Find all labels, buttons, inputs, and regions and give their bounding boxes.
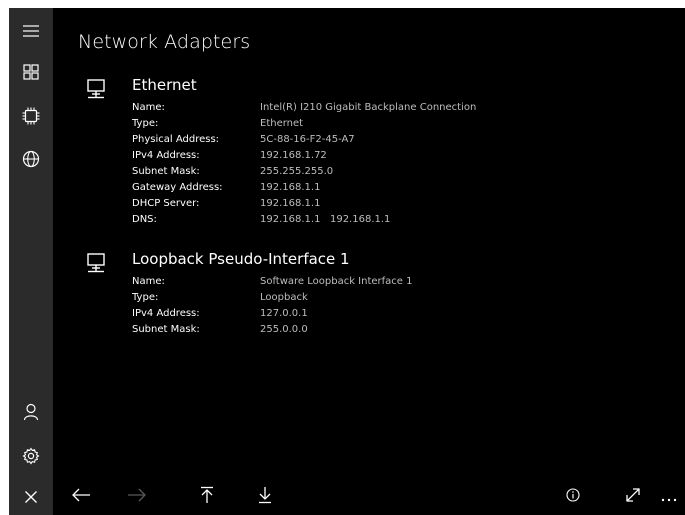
adapter-property-row: Physical Address: 5C-88-16-F2-45-A7 — [132, 134, 632, 150]
property-label: Type: — [132, 118, 159, 129]
sidebar — [9, 8, 53, 515]
adapter-property-row: Gateway Address: 192.168.1.1 — [132, 182, 632, 198]
sidebar-item-user[interactable] — [9, 392, 53, 432]
hamburger-menu-icon — [22, 24, 40, 38]
download-icon — [258, 486, 272, 508]
property-label: DHCP Server: — [132, 198, 200, 209]
adapter-ethernet: Ethernet Name: Intel(R) I210 Gigabit Bac… — [85, 76, 645, 236]
back-arrow-icon — [71, 487, 91, 506]
property-value: 5C-88-16-F2-45-A7 — [260, 134, 355, 145]
property-label: Name: — [132, 276, 165, 287]
sidebar-item-settings[interactable] — [9, 436, 53, 476]
more-ellipsis-icon — [661, 487, 677, 506]
property-value: 192.168.1.1 — [260, 182, 321, 193]
property-label: Physical Address: — [132, 134, 220, 145]
adapter-property-row: Subnet Mask: 255.255.255.0 — [132, 166, 632, 182]
app-window: Network Adapters Ethernet Name: Intel(R)… — [9, 8, 685, 515]
hamburger-menu-button[interactable] — [9, 11, 53, 51]
property-value: Intel(R) I210 Gigabit Backplane Connecti… — [260, 102, 477, 113]
property-label: Type: — [132, 292, 159, 303]
adapter-property-row: DNS: 192.168.1.1 192.168.1.1 — [132, 214, 632, 230]
property-label: IPv4 Address: — [132, 308, 200, 319]
property-value: 192.168.1.1 192.168.1.1 — [260, 214, 391, 225]
back-button[interactable] — [61, 478, 101, 515]
expand-icon — [625, 487, 641, 507]
forward-arrow-icon — [127, 487, 147, 506]
forward-button[interactable] — [117, 478, 157, 515]
property-value: Software Loopback Interface 1 — [260, 276, 413, 287]
scroll-to-top-icon — [200, 486, 214, 508]
expand-button[interactable] — [613, 478, 653, 515]
globe-icon — [22, 150, 40, 168]
adapter-property-row: Name: Intel(R) I210 Gigabit Backplane Co… — [132, 102, 632, 118]
scroll-to-top-button[interactable] — [187, 478, 227, 515]
dashboard-grid-icon — [23, 64, 39, 80]
adapter-property-row: Type: Ethernet — [132, 118, 632, 134]
property-label: Gateway Address: — [132, 182, 223, 193]
user-icon — [23, 403, 39, 421]
property-value: 192.168.1.1 — [260, 198, 321, 209]
adapter-property-row: Type: Loopback — [132, 292, 632, 308]
adapter-property-row: Name: Software Loopback Interface 1 — [132, 276, 632, 292]
more-button[interactable] — [653, 478, 685, 515]
info-icon — [566, 487, 580, 506]
property-value: 127.0.0.1 — [260, 308, 308, 319]
page-title: Network Adapters — [78, 31, 251, 53]
property-value: Ethernet — [260, 118, 304, 129]
close-icon — [24, 490, 38, 504]
property-label: Subnet Mask: — [132, 166, 200, 177]
processor-chip-icon — [22, 107, 40, 125]
adapter-property-row: DHCP Server: 192.168.1.1 — [132, 198, 632, 214]
property-value: 255.255.255.0 — [260, 166, 334, 177]
network-computer-icon — [85, 78, 107, 100]
adapter-property-row: Subnet Mask: 255.0.0.0 — [132, 324, 632, 340]
adapter-property-row: IPv4 Address: 127.0.0.1 — [132, 308, 632, 324]
close-button[interactable] — [9, 478, 53, 515]
property-label: IPv4 Address: — [132, 150, 200, 161]
adapter-name: Ethernet — [132, 76, 197, 94]
bottom-app-bar — [53, 478, 685, 515]
network-computer-icon — [85, 252, 107, 274]
property-value: 255.0.0.0 — [260, 324, 308, 335]
sidebar-item-network[interactable] — [9, 139, 53, 179]
sidebar-item-processor[interactable] — [9, 96, 53, 136]
property-label: Name: — [132, 102, 165, 113]
property-value: Loopback — [260, 292, 308, 303]
adapter-loopback: Loopback Pseudo-Interface 1 Name: Softwa… — [85, 250, 645, 342]
info-button[interactable] — [553, 478, 593, 515]
property-label: Subnet Mask: — [132, 324, 200, 335]
gear-icon — [22, 447, 40, 465]
adapter-property-row: IPv4 Address: 192.168.1.72 — [132, 150, 632, 166]
adapter-name: Loopback Pseudo-Interface 1 — [132, 250, 350, 268]
property-value: 192.168.1.72 — [260, 150, 327, 161]
download-button[interactable] — [245, 478, 285, 515]
sidebar-item-dashboard[interactable] — [9, 52, 53, 92]
property-label: DNS: — [132, 214, 157, 225]
main-content: Network Adapters Ethernet Name: Intel(R)… — [53, 8, 685, 478]
